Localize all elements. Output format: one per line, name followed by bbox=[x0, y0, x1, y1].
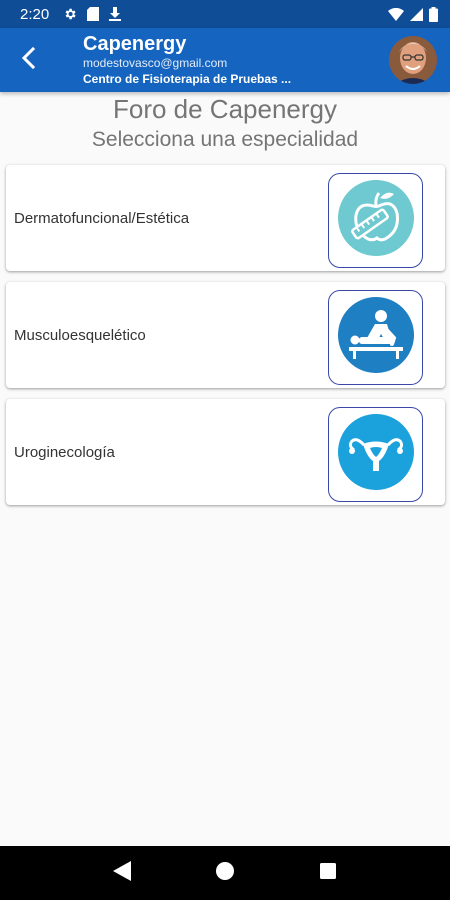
circle-home-icon bbox=[215, 861, 234, 885]
specialty-label: Uroginecología bbox=[14, 443, 115, 461]
wifi-icon bbox=[388, 7, 404, 21]
page-heading: Foro de Capenergy Selecciona una especia… bbox=[0, 92, 450, 154]
specialty-label: Dermatofuncional/Estética bbox=[14, 209, 190, 227]
back-button[interactable] bbox=[8, 40, 48, 80]
app-bar: Capenergy modestovasco@gmail.com Centro … bbox=[0, 28, 450, 92]
specialty-card-uroginecologia[interactable]: Uroginecología bbox=[6, 399, 445, 505]
square-recents-icon bbox=[320, 862, 337, 884]
cell-signal-icon bbox=[410, 7, 423, 21]
triangle-back-icon bbox=[112, 860, 131, 886]
specialty-card-musculoesqueletico[interactable]: Musculoesquelético bbox=[6, 282, 445, 388]
forum-subtitle: Selecciona una especialidad bbox=[91, 128, 359, 151]
app-title: Capenergy bbox=[83, 33, 187, 55]
sd-card-icon bbox=[87, 7, 100, 21]
nav-home-button[interactable] bbox=[205, 853, 245, 893]
physiotherapy-massage-icon bbox=[337, 296, 415, 379]
settings-gear-icon bbox=[63, 7, 77, 21]
user-email: modestovasco@gmail.com bbox=[83, 56, 228, 70]
status-bar: 2:20 bbox=[0, 0, 450, 28]
center-name: Centro de Fisioterapia de Pruebas ... bbox=[83, 72, 292, 86]
apple-tape-measure-icon bbox=[337, 179, 415, 262]
status-time: 2:20 bbox=[20, 5, 50, 23]
avatar[interactable] bbox=[389, 36, 437, 84]
specialty-icon-box[interactable] bbox=[328, 407, 423, 502]
nav-recents-button[interactable] bbox=[308, 853, 348, 893]
forum-title: Foro de Capenergy bbox=[112, 94, 338, 124]
uterus-icon bbox=[337, 413, 415, 496]
specialty-icon-box[interactable] bbox=[328, 290, 423, 385]
download-icon bbox=[109, 7, 122, 21]
nav-back-button[interactable] bbox=[102, 853, 142, 893]
battery-icon bbox=[429, 6, 438, 22]
back-arrow-icon bbox=[19, 46, 37, 75]
specialty-icon-box[interactable] bbox=[328, 173, 423, 268]
specialty-label: Musculoesquelético bbox=[14, 326, 146, 344]
specialty-card-dermatofuncional[interactable]: Dermatofuncional/Estética bbox=[6, 165, 445, 271]
navigation-bar bbox=[0, 846, 450, 900]
